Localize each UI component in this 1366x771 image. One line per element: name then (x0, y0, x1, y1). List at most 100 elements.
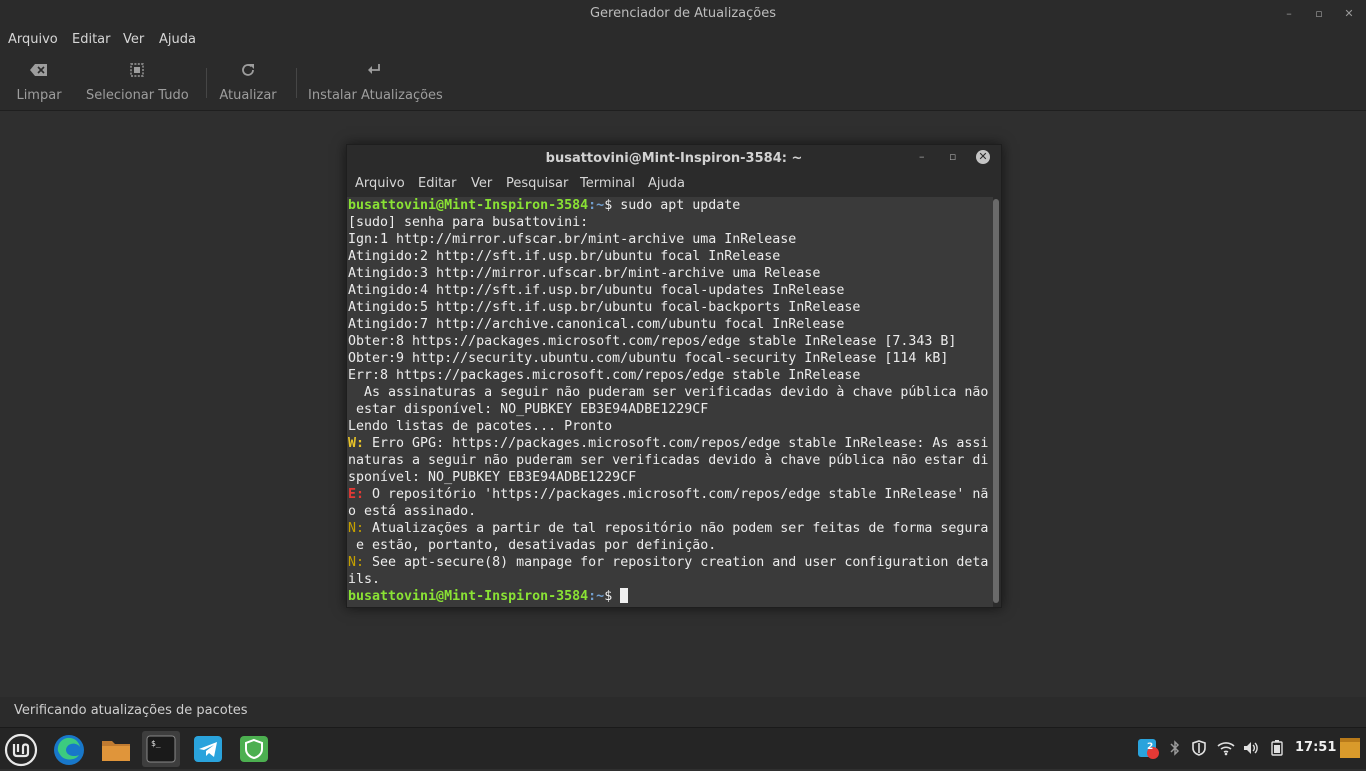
terminal-window[interactable]: busattovini@Mint-Inspiron-3584: ~ – ▫ ✕ … (346, 144, 1002, 608)
menu-bar: Arquivo Editar Ver Ajuda (0, 28, 1366, 52)
window-title: Gerenciador de Atualizações (589, 6, 776, 21)
menu-ver[interactable]: Ver (123, 32, 144, 47)
terminal-menu-pesquisar[interactable]: Pesquisar (506, 176, 568, 191)
terminal-minimize-button[interactable]: – (919, 150, 925, 163)
close-button[interactable]: ✕ (1340, 5, 1358, 23)
terminal-line: Ign:1 http://mirror.ufscar.br/mint-archi… (348, 232, 797, 247)
terminal-output[interactable]: busattovini@Mint-Inspiron-3584:~$ sudo a… (347, 197, 993, 607)
show-desktop-button[interactable] (1339, 736, 1361, 764)
terminal-line: [sudo] senha para busattovini: (348, 215, 589, 230)
select-all-label: Selecionar Tudo (86, 88, 189, 103)
terminal-titlebar: busattovini@Mint-Inspiron-3584: ~ – ▫ ✕ (347, 145, 1001, 171)
edge-app[interactable] (50, 731, 88, 767)
clear-label: Limpar (16, 88, 62, 103)
terminal-line: Atingido:2 http://sft.if.usp.br/ubuntu f… (348, 249, 781, 264)
volume-icon[interactable] (1243, 740, 1259, 760)
clear-button[interactable]: Limpar (14, 58, 64, 106)
terminal-warning-line: W: Erro GPG: https://packages.microsoft.… (348, 435, 988, 452)
command-text: sudo apt update (620, 198, 741, 213)
battery-icon[interactable] (1271, 740, 1283, 760)
prompt-path: :~ (588, 589, 605, 604)
menu-ajuda[interactable]: Ajuda (159, 32, 196, 47)
telegram-icon (194, 736, 222, 762)
terminal-line: Atingido:7 http://archive.canonical.com/… (348, 317, 845, 332)
terminal-menu-arquivo[interactable]: Arquivo (355, 176, 405, 191)
status-text: Verificando atualizações de pacotes (14, 703, 248, 718)
bluetooth-icon[interactable] (1170, 740, 1180, 760)
files-app[interactable] (97, 731, 135, 767)
terminal-menu-ver[interactable]: Ver (471, 176, 492, 191)
wifi-icon[interactable] (1217, 740, 1235, 760)
error-text: O repositório 'https://packages.microsof… (364, 487, 989, 502)
terminal-line: As assinaturas a seguir não puderam ser … (348, 385, 989, 400)
note-prefix: N: (348, 521, 365, 536)
backspace-icon (14, 62, 64, 82)
security-icon[interactable] (1191, 740, 1207, 760)
toolbar-separator (206, 68, 207, 98)
terminal-scrollbar[interactable] (993, 199, 999, 603)
maximize-button[interactable]: ▫ (1310, 5, 1328, 23)
terminal-line: estar disponível: NO_PUBKEY EB3E94ADBE12… (348, 402, 709, 417)
terminal-line: Obter:8 https://packages.microsoft.com/r… (348, 334, 957, 349)
toolbar: Limpar Selecionar Tudo Atualizar Instala… (0, 52, 1366, 111)
prompt-user: busattovini@Mint-Inspiron-3584 (348, 589, 589, 604)
desktop-icon (1340, 738, 1360, 758)
terminal-line: e estão, portanto, desativadas por defin… (348, 538, 717, 553)
note-text: Atualizações a partir de tal repositório… (364, 521, 989, 536)
prompt-path: :~ (588, 198, 605, 213)
folder-icon (102, 741, 130, 761)
refresh-icon (218, 62, 278, 82)
toolbar-separator (296, 68, 297, 98)
svg-text:$_: $_ (151, 739, 161, 748)
notification-tray[interactable]: 2 (1137, 737, 1159, 763)
taskbar: $_ 2 17:51 (0, 727, 1366, 769)
terminal-menu-ajuda[interactable]: Ajuda (648, 176, 685, 191)
window-titlebar: Gerenciador de Atualizações – ▫ ✕ (0, 0, 1366, 28)
text-cursor (620, 588, 629, 603)
warning-prefix: W: (348, 436, 365, 451)
mint-menu-icon (4, 733, 38, 767)
refresh-button[interactable]: Atualizar (218, 58, 278, 106)
terminal-close-button[interactable]: ✕ (976, 150, 990, 164)
prompt-user: busattovini@Mint-Inspiron-3584 (348, 198, 589, 213)
install-icon (308, 62, 440, 82)
terminal-icon: $_ (146, 735, 176, 763)
select-all-icon (86, 62, 188, 82)
terminal-line: Atingido:5 http://sft.if.usp.br/ubuntu f… (348, 300, 861, 315)
terminal-line: Obter:9 http://security.ubuntu.com/ubunt… (348, 351, 949, 366)
terminal-line: Lendo listas de pacotes... Pronto (348, 419, 613, 434)
clock[interactable]: 17:51 (1295, 740, 1336, 755)
menu-arquivo[interactable]: Arquivo (8, 32, 58, 47)
edge-icon (54, 735, 84, 765)
warning-text: Erro GPG: https://packages.microsoft.com… (364, 436, 989, 451)
update-manager-app[interactable] (235, 731, 273, 767)
notification-count: 2 (1147, 742, 1154, 752)
terminal-line: sponível: NO_PUBKEY EB3E94ADBE1229CF (348, 470, 637, 485)
terminal-menu-editar[interactable]: Editar (418, 176, 457, 191)
note-text: See apt-secure(8) manpage for repository… (364, 555, 989, 570)
install-updates-button[interactable]: Instalar Atualizações (308, 58, 443, 106)
refresh-label: Atualizar (219, 88, 277, 103)
terminal-menu-terminal[interactable]: Terminal (580, 176, 635, 191)
terminal-app[interactable]: $_ (142, 731, 180, 767)
menu-button[interactable] (2, 731, 40, 767)
install-label: Instalar Atualizações (308, 88, 443, 103)
telegram-app[interactable] (189, 731, 227, 767)
note-prefix: N: (348, 555, 365, 570)
minimize-button[interactable]: – (1280, 5, 1298, 23)
prompt-symbol: $ (604, 589, 621, 604)
terminal-note-line: N: See apt-secure(8) manpage for reposit… (348, 554, 988, 571)
terminal-prompt-line: busattovini@Mint-Inspiron-3584:~$ (348, 588, 629, 605)
terminal-line: Err:8 https://packages.microsoft.com/rep… (348, 368, 861, 383)
shield-icon (240, 736, 268, 762)
prompt-symbol: $ (604, 198, 621, 213)
terminal-maximize-button[interactable]: ▫ (949, 150, 956, 163)
menu-editar[interactable]: Editar (72, 32, 111, 47)
terminal-line: ils. (348, 572, 381, 587)
terminal-menu-bar: Arquivo Editar Ver Pesquisar Terminal Aj… (347, 171, 1001, 197)
error-prefix: E: (348, 487, 365, 502)
select-all-button[interactable]: Selecionar Tudo (86, 58, 189, 106)
terminal-note-line: N: Atualizações a partir de tal repositó… (348, 520, 988, 537)
terminal-line: o está assinado. (348, 504, 477, 519)
terminal-error-line: E: O repositório 'https://packages.micro… (348, 486, 988, 503)
